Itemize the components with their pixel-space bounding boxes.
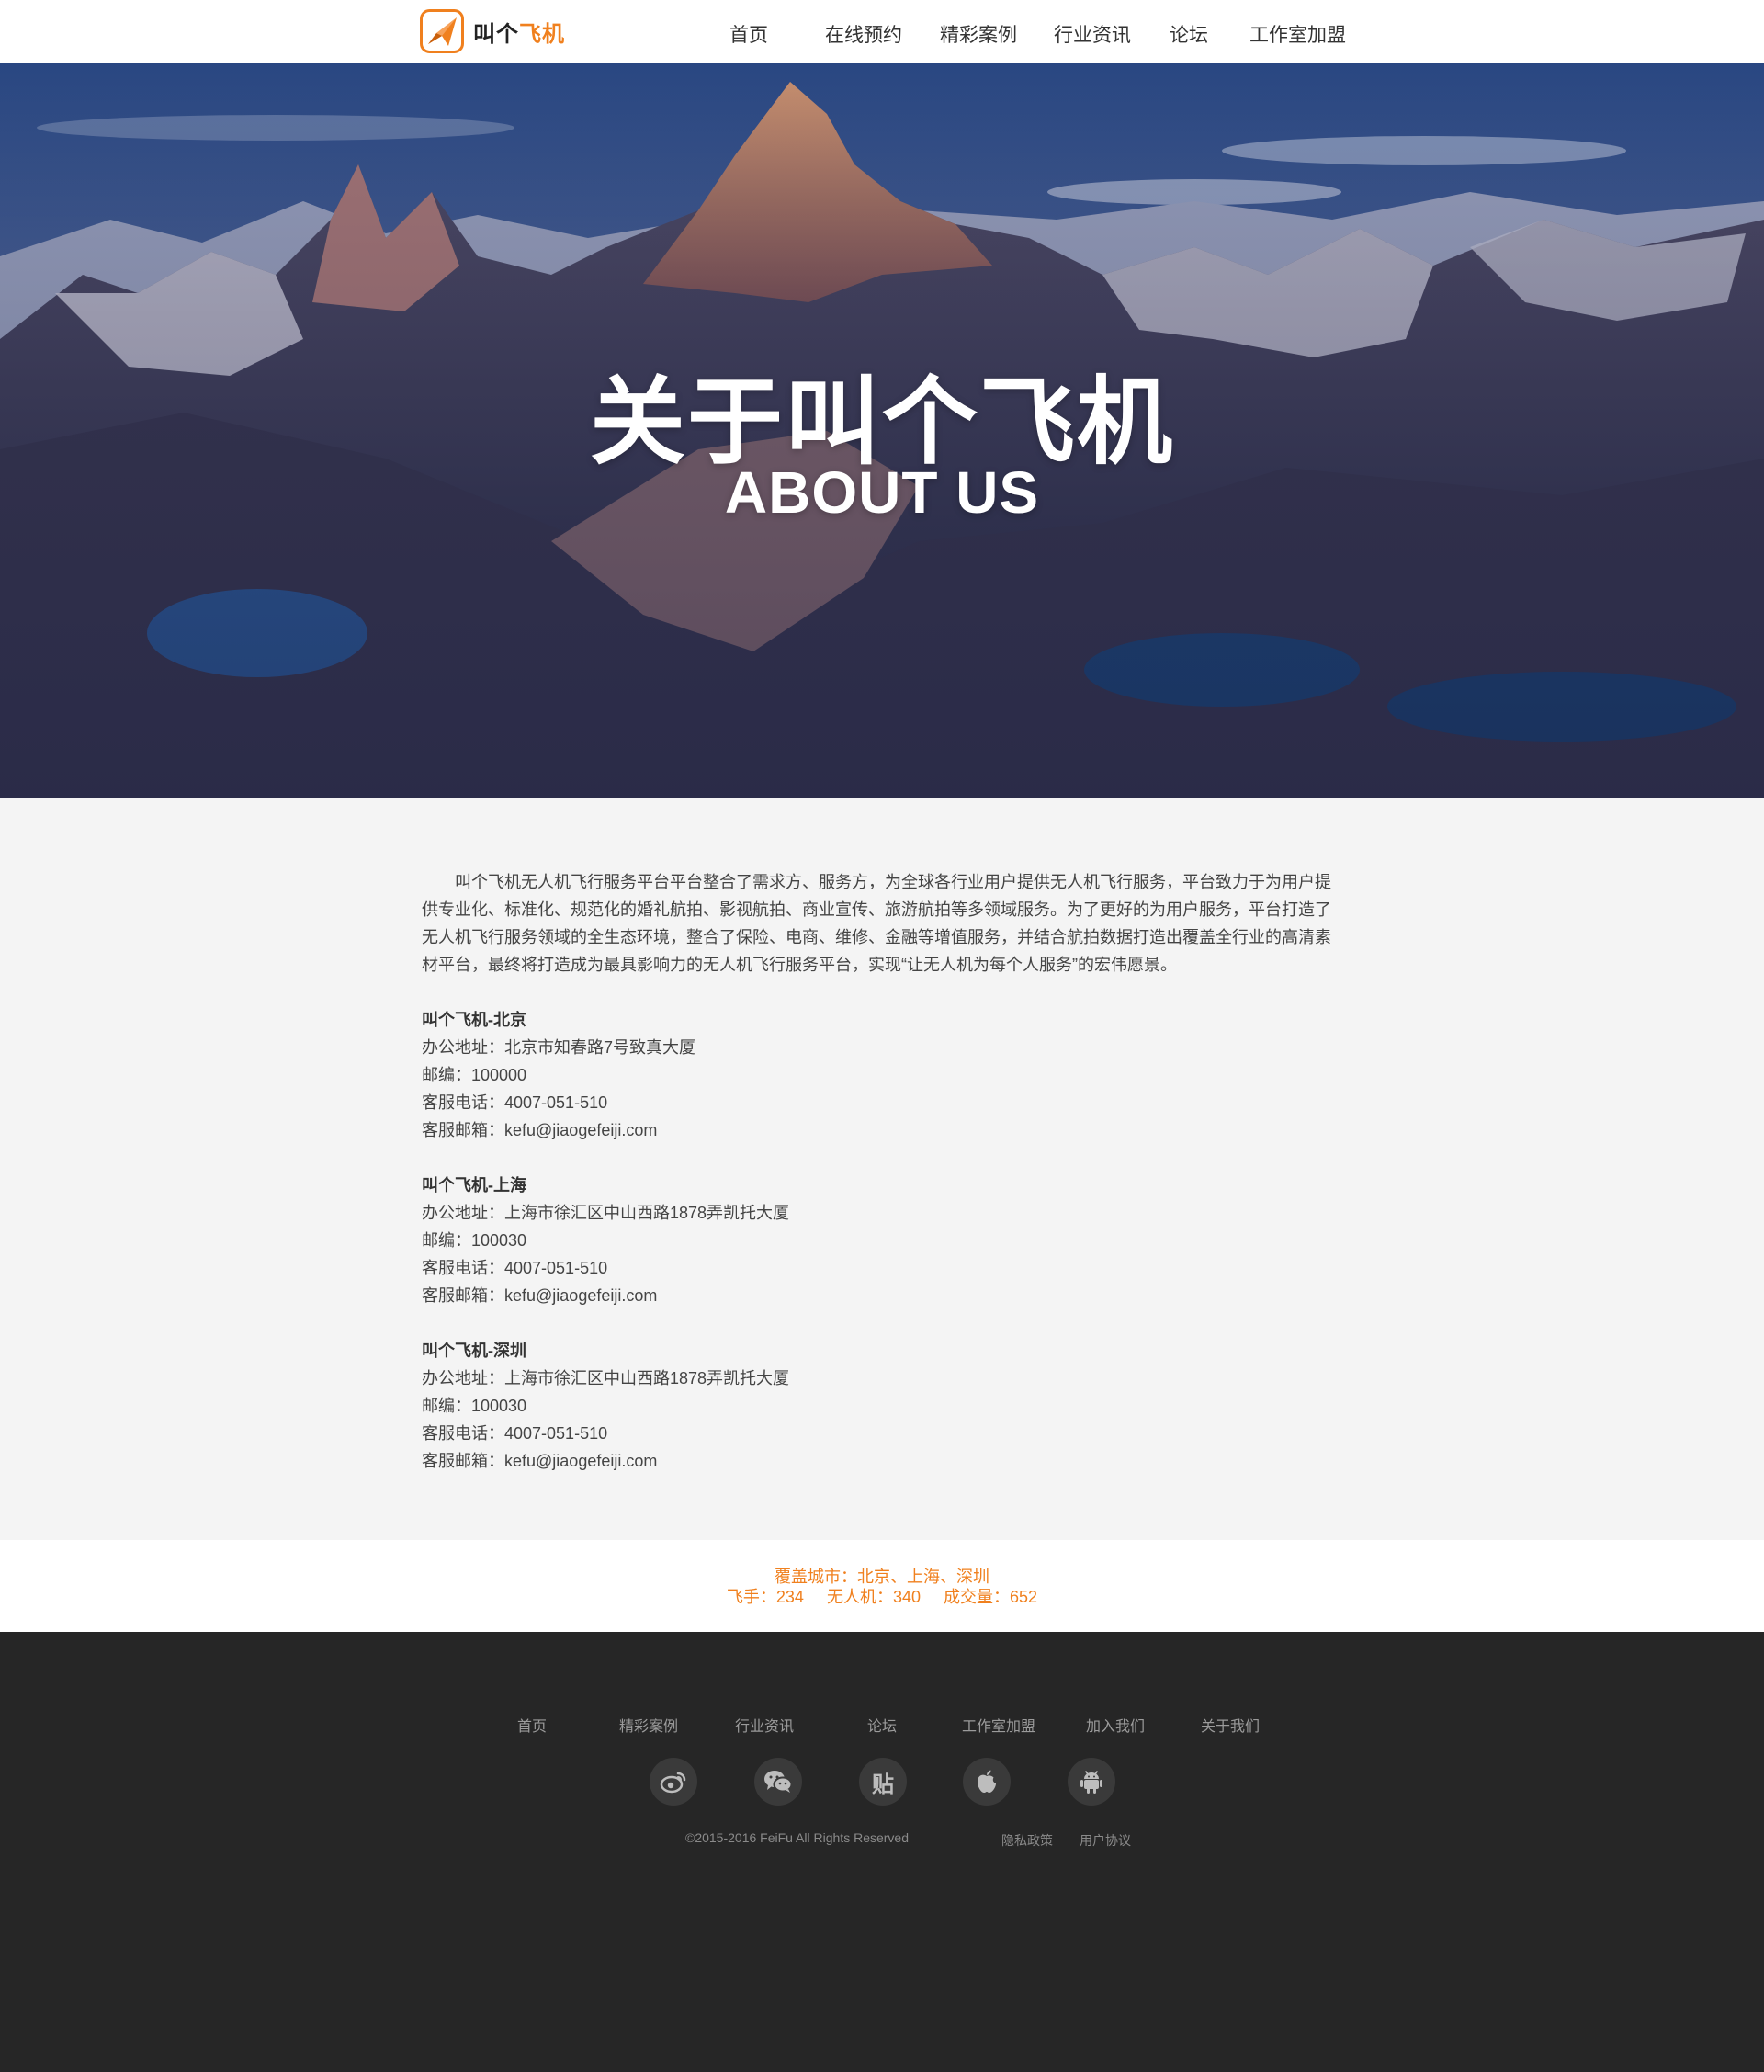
footer-nav-studio-join[interactable]: 工作室加盟 [962,1714,1035,1736]
office-email: 客服邮箱：kefu@jiaogefeiji.com [422,1121,658,1139]
office-address: 办公地址：上海市徐汇区中山西路1878弄凯托大厦 [422,1369,790,1387]
footer-nav-about-us[interactable]: 关于我们 [1201,1714,1260,1736]
drone-count: 无人机：340 [826,1588,922,1606]
tieba-icon: 贴 [872,1772,894,1797]
office-postcode: 邮编：100000 [422,1066,527,1084]
wechat-icon [764,1771,793,1793]
hero-subtitle: ABOUT US [724,459,1040,526]
top-navbar: 叫个飞机 首页 在线预约 精彩案例 行业资讯 论坛 工作室加盟 [0,0,1764,63]
office-phone: 客服电话：4007-051-510 [422,1259,608,1277]
stats-counts: 飞手：234 无人机：340 成交量：652 [0,1584,1764,1608]
about-section: 叫个飞机无人机飞行服务平台平台整合了需求方、服务方，为全球各行业用户提供无人机飞… [0,798,1764,1540]
office-phone: 客服电话：4007-051-510 [422,1093,608,1112]
apple-icon [978,1770,996,1793]
nav-home[interactable]: 首页 [729,20,768,48]
site-footer: 首页 精彩案例 行业资讯 论坛 工作室加盟 加入我们 关于我们 贴 ©2015-… [0,1632,1764,2072]
main-nav: 首页 在线预约 精彩案例 行业资讯 论坛 工作室加盟 [0,0,1764,63]
nav-forum[interactable]: 论坛 [1170,20,1208,48]
stats-bar: 覆盖城市：北京、上海、深圳 飞手：234 无人机：340 成交量：652 [0,1540,1764,1632]
pilot-count: 飞手：234 [726,1588,804,1606]
office-beijing: 叫个飞机-北京 办公地址：北京市知春路7号致真大厦 邮编：100000 客服电话… [422,1006,1344,1144]
footer-nav-home[interactable]: 首页 [517,1714,547,1736]
weibo-icon [660,1772,686,1794]
hero-banner: 关于叫个飞机 ABOUT US [0,63,1764,798]
office-email: 客服邮箱：kefu@jiaogefeiji.com [422,1452,658,1470]
office-address: 办公地址：北京市知春路7号致真大厦 [422,1038,696,1057]
office-phone: 客服电话：4007-051-510 [422,1424,608,1443]
office-shenzhen: 叫个飞机-深圳 办公地址：上海市徐汇区中山西路1878弄凯托大厦 邮编：1000… [422,1337,1344,1475]
tieba-button[interactable]: 贴 [859,1758,907,1806]
apple-app-button[interactable] [963,1758,1011,1806]
user-agreement-link[interactable]: 用户协议 [1080,1831,1131,1850]
office-postcode: 邮编：100030 [422,1231,527,1250]
deal-count: 成交量：652 [944,1588,1038,1606]
privacy-policy-link[interactable]: 隐私政策 [1001,1831,1053,1850]
office-address: 办公地址：上海市徐汇区中山西路1878弄凯托大厦 [422,1204,790,1222]
nav-news[interactable]: 行业资讯 [1054,20,1131,48]
office-name: 叫个飞机-北京 [422,1011,526,1029]
office-postcode: 邮编：100030 [422,1397,527,1415]
copyright-text: ©2015-2016 FeiFu All Rights Reserved [685,1830,909,1845]
footer-nav-news[interactable]: 行业资讯 [735,1714,794,1736]
footer-nav-cases[interactable]: 精彩案例 [619,1714,678,1736]
nav-studio-join[interactable]: 工作室加盟 [1250,20,1346,48]
about-text-block: 叫个飞机无人机飞行服务平台平台整合了需求方、服务方，为全球各行业用户提供无人机飞… [422,868,1344,1475]
office-email: 客服邮箱：kefu@jiaogefeiji.com [422,1286,658,1305]
nav-cases[interactable]: 精彩案例 [940,20,1017,48]
android-icon [1080,1771,1102,1794]
wechat-button[interactable] [754,1758,802,1806]
office-name: 叫个飞机-深圳 [422,1342,526,1360]
nav-booking[interactable]: 在线预约 [825,20,902,48]
office-shanghai: 叫个飞机-上海 办公地址：上海市徐汇区中山西路1878弄凯托大厦 邮编：1000… [422,1172,1344,1309]
office-name: 叫个飞机-上海 [422,1176,526,1195]
about-intro-paragraph: 叫个飞机无人机飞行服务平台平台整合了需求方、服务方，为全球各行业用户提供无人机飞… [422,873,1331,974]
footer-nav-join-us[interactable]: 加入我们 [1086,1714,1145,1736]
weibo-button[interactable] [650,1758,697,1806]
footer-nav-forum[interactable]: 论坛 [867,1714,897,1736]
android-app-button[interactable] [1068,1758,1115,1806]
